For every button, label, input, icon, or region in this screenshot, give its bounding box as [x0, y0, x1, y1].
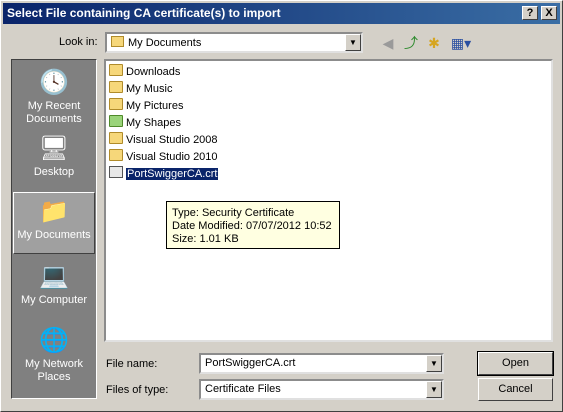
title-bar: Select File containing CA certificate(s)… [3, 3, 560, 24]
tooltip-type: Type: Security Certificate [172, 207, 295, 219]
file-name: My Shapes [126, 117, 182, 129]
file-type-dropdown[interactable]: Certificate Files ▼ [199, 379, 444, 400]
look-in-value-wrap: My Documents [111, 36, 201, 49]
place-desktop[interactable]: 🖥 Desktop [13, 130, 95, 192]
place-label: My Network Places [24, 358, 84, 383]
certificate-icon [109, 166, 123, 178]
my-documents-icon: 📁 [39, 198, 69, 225]
tooltip-modified: Date Modified: 07/07/2012 10:52 [172, 220, 332, 232]
file-name: My Pictures [126, 100, 184, 112]
help-button[interactable]: ? [522, 6, 538, 20]
chevron-down-icon[interactable]: ▼ [426, 381, 442, 398]
close-button[interactable]: X [541, 6, 557, 20]
place-label: My Documents [17, 229, 91, 241]
place-my-computer[interactable]: 💻 My Computer [13, 258, 95, 320]
shapes-folder-icon [109, 115, 123, 127]
recent-documents-icon: 🕓 [39, 69, 69, 96]
views-menu-icon[interactable]: ▦▾ [449, 34, 473, 52]
chevron-down-icon[interactable]: ▼ [426, 355, 442, 372]
file-name: Downloads [126, 66, 181, 78]
list-item[interactable]: Visual Studio 2008 [109, 132, 218, 149]
file-name-label: File name: [106, 358, 158, 370]
file-name: My Music [126, 83, 173, 95]
dialog-title: Select File containing CA certificate(s)… [7, 6, 281, 20]
file-type-label: Files of type: [106, 384, 169, 396]
network-places-icon: 🌐 [39, 327, 69, 354]
list-item[interactable]: My Shapes [109, 115, 181, 132]
folder-icon [109, 149, 123, 161]
places-bar: 🕓 My Recent Documents 🖥 Desktop 📁 My Doc… [11, 59, 97, 399]
file-name-field[interactable]: PortSwiggerCA.crt ▼ [199, 353, 444, 374]
folder-icon [109, 64, 123, 76]
file-name: PortSwiggerCA.crt [124, 167, 220, 181]
look-in-label: Look in: [59, 36, 98, 48]
place-label: My Computer [20, 294, 88, 306]
list-item[interactable]: My Pictures [109, 98, 183, 115]
open-button[interactable]: Open [477, 351, 554, 376]
file-name-value: PortSwiggerCA.crt [205, 357, 296, 369]
desktop-icon: 🖥 [38, 135, 70, 162]
file-dialog: Select File containing CA certificate(s)… [0, 0, 563, 412]
list-item[interactable]: My Music [109, 81, 172, 98]
list-item[interactable]: Downloads [109, 64, 180, 81]
place-recent-documents[interactable]: 🕓 My Recent Documents [13, 64, 95, 126]
place-my-network-places[interactable]: 🌐 My Network Places [13, 322, 95, 384]
pictures-folder-icon [109, 98, 123, 110]
new-folder-icon[interactable]: ✱ [425, 34, 443, 52]
my-documents-small-icon [111, 36, 124, 47]
my-computer-icon: 💻 [39, 263, 69, 290]
list-item-selected[interactable]: PortSwiggerCA.crt [109, 166, 220, 183]
place-my-documents[interactable]: 📁 My Documents [13, 192, 95, 254]
file-name: Visual Studio 2008 [126, 134, 218, 146]
chevron-down-icon[interactable]: ▼ [345, 34, 361, 51]
file-type-value: Certificate Files [205, 383, 281, 395]
list-item[interactable]: Visual Studio 2010 [109, 149, 218, 166]
look-in-dropdown[interactable]: My Documents ▼ [105, 32, 363, 53]
music-folder-icon [109, 81, 123, 93]
place-label: My Recent Documents [26, 100, 82, 125]
place-label: Desktop [33, 166, 75, 178]
look-in-value: My Documents [128, 37, 202, 49]
tooltip-size: Size: 1.01 KB [172, 233, 239, 245]
back-icon[interactable]: ◀ [379, 34, 397, 52]
up-folder-icon[interactable]: ⤴ [402, 34, 420, 52]
cancel-button[interactable]: Cancel [478, 378, 553, 401]
folder-icon [109, 132, 123, 144]
file-name: Visual Studio 2010 [126, 151, 218, 163]
file-info-tooltip: Type: Security Certificate Date Modified… [166, 201, 340, 249]
